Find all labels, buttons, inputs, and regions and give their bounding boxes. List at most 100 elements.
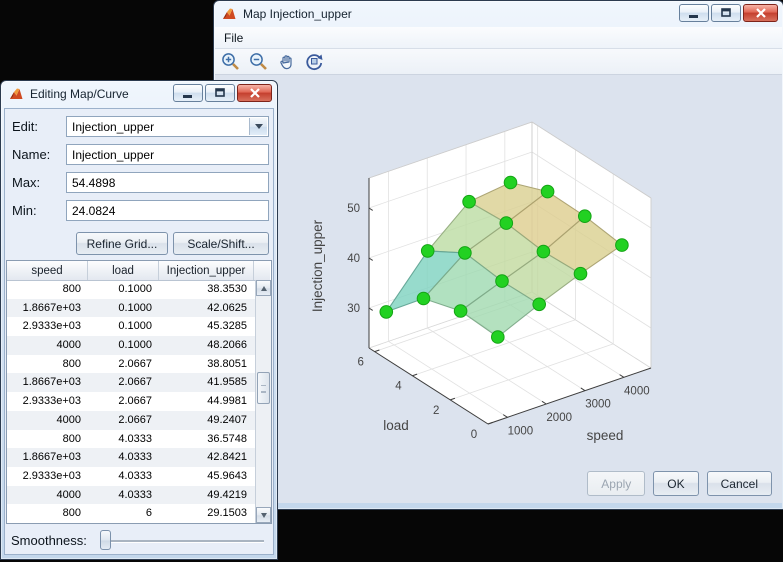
restore-button[interactable] xyxy=(205,84,235,102)
table-cell: 4.0333 xyxy=(88,486,159,505)
apply-button[interactable]: Apply xyxy=(587,471,645,496)
edit-window-titlebar[interactable]: Editing Map/Curve xyxy=(1,81,277,107)
table-row[interactable]: 2.9333e+032.066744.9981 xyxy=(7,392,255,411)
name-label: Name: xyxy=(12,147,50,162)
table-row[interactable]: 2.9333e+030.100045.3285 xyxy=(7,317,255,336)
table-cell: 41.9585 xyxy=(159,373,254,392)
smoothness-slider-track[interactable] xyxy=(101,540,264,543)
data-point-marker[interactable] xyxy=(380,306,393,319)
data-point-marker[interactable] xyxy=(417,292,430,305)
table-row[interactable]: 8000.100038.3530 xyxy=(7,280,255,299)
svg-text:50: 50 xyxy=(347,203,360,215)
map-window: Map Injection_upper File xyxy=(213,0,783,510)
svg-text:2000: 2000 xyxy=(546,412,572,424)
column-header-Injection_upper[interactable]: Injection_upper xyxy=(159,261,254,280)
table-cell: 4000 xyxy=(7,411,88,430)
table-body: 8000.100038.35301.8667e+030.100042.06252… xyxy=(7,280,255,523)
map-window-title: Map Injection_upper xyxy=(243,7,352,21)
surface-plot-3d[interactable]: 10002000300040000246304050speedloadInjec… xyxy=(306,111,751,461)
data-point-marker[interactable] xyxy=(616,239,629,252)
max-field[interactable]: 54.4898 xyxy=(66,172,269,193)
data-point-marker[interactable] xyxy=(463,195,476,208)
table-row[interactable]: 8004.033336.5748 xyxy=(7,430,255,449)
table-cell: 0.1000 xyxy=(88,336,159,355)
cancel-button[interactable]: Cancel xyxy=(707,471,772,496)
table-cell: 800 xyxy=(7,504,88,523)
rotate-3d-icon[interactable] xyxy=(304,51,325,72)
data-point-marker[interactable] xyxy=(541,185,554,198)
ok-button[interactable]: OK xyxy=(653,471,698,496)
data-point-marker[interactable] xyxy=(533,298,546,311)
table-cell: 42.0625 xyxy=(159,299,254,318)
table-row[interactable]: 40004.033349.4219 xyxy=(7,486,255,505)
zoom-out-icon[interactable] xyxy=(248,51,269,72)
data-point-marker[interactable] xyxy=(459,247,472,260)
svg-text:6: 6 xyxy=(357,357,363,369)
refine-grid-button[interactable]: Refine Grid... xyxy=(76,232,168,255)
table-cell: 36.5748 xyxy=(159,430,254,449)
scroll-up-button[interactable] xyxy=(256,280,271,296)
table-row[interactable]: 1.8667e+032.066741.9585 xyxy=(7,373,255,392)
table-cell: 2.0667 xyxy=(88,411,159,430)
table-cell: 800 xyxy=(7,355,88,374)
data-point-marker[interactable] xyxy=(492,331,505,344)
pan-hand-icon[interactable] xyxy=(276,51,297,72)
table-cell: 44.9981 xyxy=(159,392,254,411)
data-point-marker[interactable] xyxy=(504,176,517,189)
zoom-in-icon[interactable] xyxy=(220,51,241,72)
column-header-filler xyxy=(254,261,270,280)
column-header-speed[interactable]: speed xyxy=(7,261,88,280)
close-button[interactable] xyxy=(237,84,272,102)
min-field[interactable]: 24.0824 xyxy=(66,200,269,221)
data-point-marker[interactable] xyxy=(579,210,592,223)
data-point-marker[interactable] xyxy=(454,305,467,318)
scroll-down-button[interactable] xyxy=(256,507,271,523)
svg-text:4000: 4000 xyxy=(624,385,650,397)
table-row[interactable]: 2.9333e+034.033345.9643 xyxy=(7,467,255,486)
table-row[interactable]: 1.8667e+030.100042.0625 xyxy=(7,299,255,318)
max-field-value: 54.4898 xyxy=(72,176,115,190)
data-point-marker[interactable] xyxy=(496,275,509,288)
svg-text:30: 30 xyxy=(347,303,360,315)
table-cell: 800 xyxy=(7,280,88,299)
map-window-titlebar[interactable]: Map Injection_upper xyxy=(214,1,783,27)
scale-shift-button[interactable]: Scale/Shift... xyxy=(173,232,269,255)
table-cell: 800 xyxy=(7,430,88,449)
data-point-marker[interactable] xyxy=(574,267,587,280)
combobox-dropdown-button[interactable] xyxy=(249,118,267,135)
data-point-marker[interactable] xyxy=(500,217,513,230)
table-scrollbar[interactable] xyxy=(255,280,271,523)
edit-window-controls xyxy=(171,84,272,102)
restore-button[interactable] xyxy=(711,4,741,22)
table-row[interactable]: 40000.100048.2066 xyxy=(7,336,255,355)
edit-window-title: Editing Map/Curve xyxy=(30,87,129,101)
close-button[interactable] xyxy=(743,4,778,22)
smoothness-slider-thumb[interactable] xyxy=(100,530,111,550)
table-cell: 49.4219 xyxy=(159,486,254,505)
edit-combobox[interactable]: Injection_upper xyxy=(66,116,269,137)
edit-window: Editing Map/Curve Edit: Injection_upper … xyxy=(0,80,278,560)
table-cell: 0.1000 xyxy=(88,299,159,318)
column-header-load[interactable]: load xyxy=(88,261,159,280)
minimize-button[interactable] xyxy=(173,84,203,102)
minimize-button[interactable] xyxy=(679,4,709,22)
scrollbar-thumb[interactable] xyxy=(257,372,270,404)
max-label: Max: xyxy=(12,175,40,190)
table-row[interactable]: 800629.1503 xyxy=(7,504,255,523)
table-cell: 48.2066 xyxy=(159,336,254,355)
table-cell: 4.0333 xyxy=(88,448,159,467)
table-row[interactable]: 40002.066749.2407 xyxy=(7,411,255,430)
table-cell: 38.3530 xyxy=(159,280,254,299)
edit-window-content: Edit: Injection_upper Name: Injection_up… xyxy=(4,108,274,555)
svg-text:4: 4 xyxy=(395,381,402,393)
table-row[interactable]: 1.8667e+034.033342.8421 xyxy=(7,448,255,467)
menu-file[interactable]: File xyxy=(215,29,252,47)
figure-area: 10002000300040000246304050speedloadInjec… xyxy=(215,75,782,503)
table-cell: 2.0667 xyxy=(88,355,159,374)
name-field[interactable]: Injection_upper xyxy=(66,144,269,165)
table-row[interactable]: 8002.066738.8051 xyxy=(7,355,255,374)
data-point-marker[interactable] xyxy=(537,245,550,258)
data-point-marker[interactable] xyxy=(421,245,434,258)
table-cell: 38.8051 xyxy=(159,355,254,374)
min-label: Min: xyxy=(12,203,37,218)
